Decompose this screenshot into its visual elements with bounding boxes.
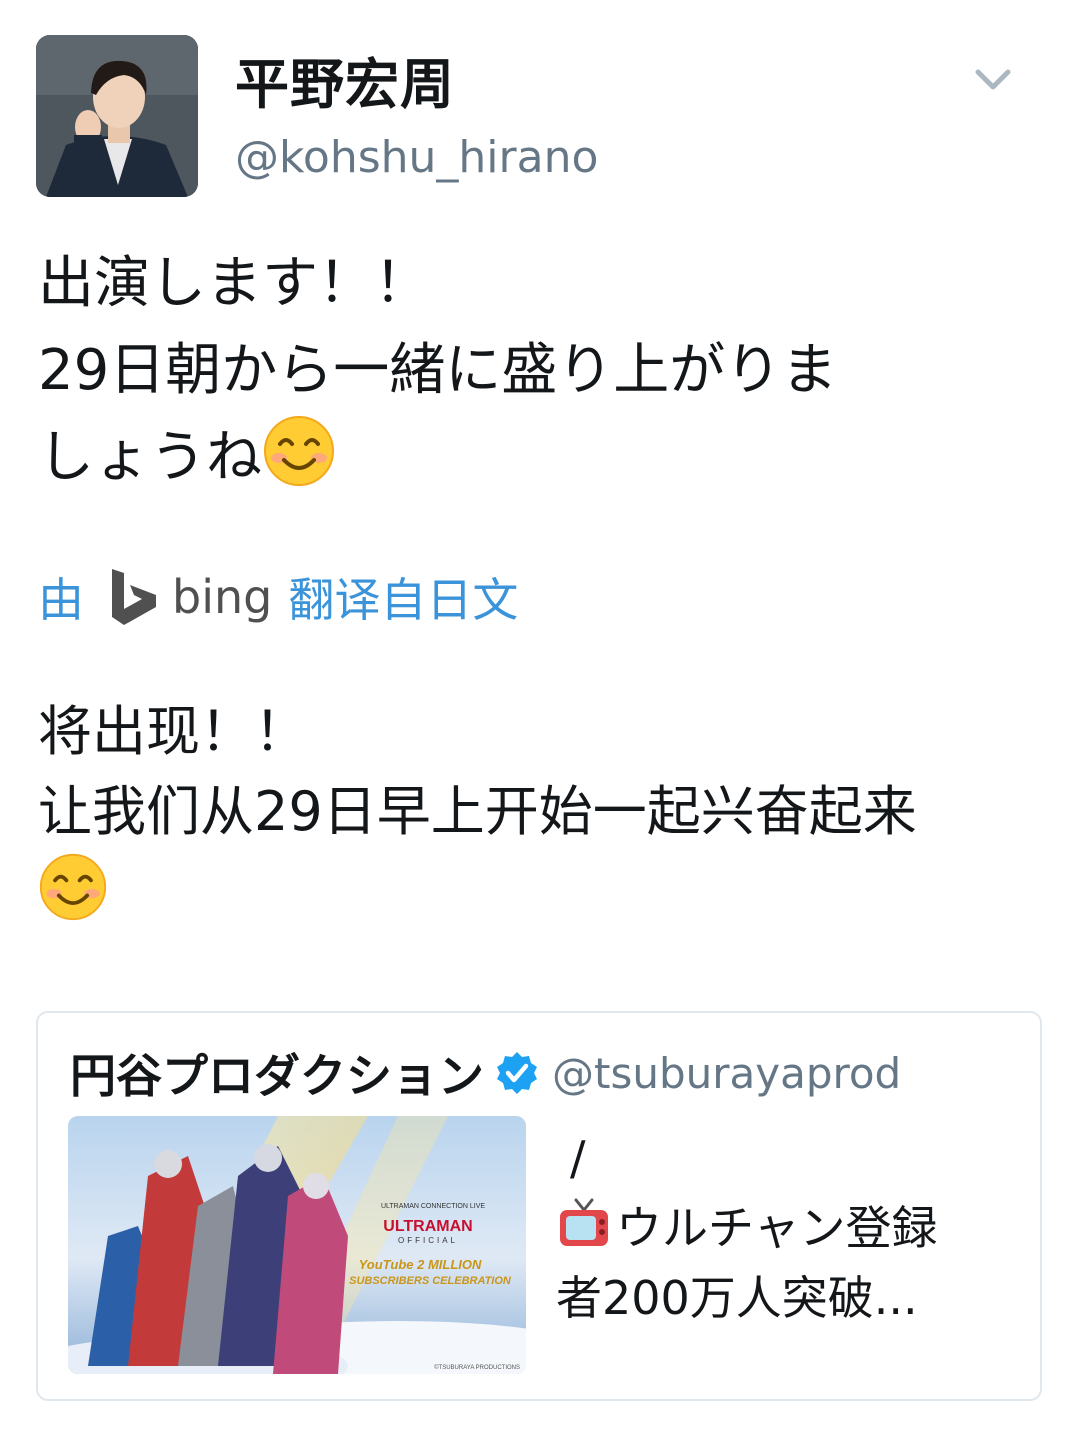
image-caption-celebration-1: YouTube 2 MILLION — [359, 1257, 482, 1272]
image-copyright: ©TSUBURAYA PRODUCTIONS — [434, 1364, 520, 1371]
translation-attribution[interactable]: 由 bing 翻译自日文 — [38, 562, 518, 632]
image-caption-celebration-2: SUBSCRIBERS CELEBRATION — [349, 1275, 512, 1287]
television-emoji — [560, 1198, 608, 1246]
bing-logo — [112, 569, 156, 625]
verified-badge-icon — [497, 1052, 537, 1094]
author-avatar[interactable] — [36, 35, 198, 197]
smiling-face-emoji — [264, 416, 334, 486]
tweet-line: しょうね — [38, 414, 1038, 501]
quoted-author-name: 円谷プロダクション — [70, 1049, 484, 1103]
tweet-line: 出演します！！ — [38, 251, 430, 316]
quoted-text-line: ウルチャン登録 — [556, 1193, 1026, 1263]
tweet-line: 29日朝から一緒に盛り上がりま — [38, 338, 838, 403]
translated-by-label: 由 — [38, 573, 84, 627]
bing-wordmark: bing — [172, 570, 273, 624]
image-caption-official: OFFICIAL — [398, 1236, 458, 1245]
translation-line: 将出现！！ — [38, 700, 308, 763]
image-caption-top: ULTRAMAN CONNECTION LIVE — [381, 1203, 485, 1210]
translation-line: 让我们从29日早上开始一起兴奋起来 — [38, 780, 917, 843]
quoted-tweet-header: 円谷プロダクション @tsuburayaprod — [70, 1043, 902, 1104]
quoted-tweet-text: / ウルチャン登録 者200万人突破... — [556, 1123, 1026, 1333]
smiling-face-emoji — [39, 853, 107, 921]
author-handle[interactable]: @kohshu_hirano — [235, 128, 598, 188]
translation-line — [38, 852, 1038, 932]
chevron-down-icon[interactable] — [970, 60, 1016, 100]
author-display-name[interactable]: 平野宏周 — [235, 50, 455, 120]
image-caption-brand: ULTRAMAN — [383, 1218, 472, 1235]
tweet-text: 出演します！！ 29日朝から一緒に盛り上がりま しょうね — [38, 240, 1038, 501]
translated-text: 将出现！！ 让我们从29日早上开始一起兴奋起来 — [38, 692, 1038, 932]
quoted-tweet-card[interactable]: 円谷プロダクション @tsuburayaprod ULTRAMAN CONNEC… — [36, 1011, 1042, 1401]
quoted-author-handle: @tsuburayaprod — [552, 1048, 902, 1098]
quoted-text-line: / — [570, 1131, 586, 1185]
quoted-text-line: 者200万人突破... — [556, 1271, 918, 1325]
quoted-tweet-image[interactable]: ULTRAMAN CONNECTION LIVE ULTRAMAN OFFICI… — [68, 1116, 526, 1374]
translated-from-label[interactable]: 翻译自日文 — [288, 564, 518, 630]
